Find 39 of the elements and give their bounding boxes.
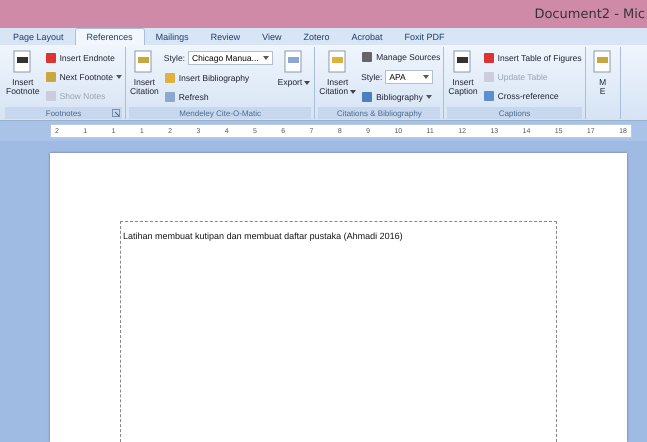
caret-icon [426, 94, 432, 99]
dialog-launcher-icon[interactable] [112, 109, 120, 117]
group-label: Citations & Bibliography [336, 108, 422, 118]
ribbon-small-button[interactable]: Bibliography [361, 90, 440, 103]
ribbon-tab[interactable]: Page Layout [2, 28, 75, 45]
caret-icon [304, 80, 310, 85]
ribbon-large-button[interactable]: Insert Footnote [5, 47, 41, 107]
ribbon-small-button[interactable]: Cross-reference [482, 90, 582, 102]
style-dropdown[interactable]: Chicago Manua... [188, 51, 273, 66]
document-text: Latihan membuat kutipan dan membuat daftar pustaka (Ahmadi 2016) [123, 231, 403, 241]
ribbon-small-button[interactable]: Insert Table of Figures [482, 52, 582, 64]
style-label: Style: [361, 72, 382, 82]
ribbon-large-button[interactable]: Export [276, 47, 312, 107]
group-label: Mendeley Cite-O-Matic [179, 108, 261, 118]
group-label: Captions [498, 108, 530, 118]
window-title: Document2 - Mic [534, 6, 645, 22]
ribbon-tab[interactable]: Review [200, 28, 252, 45]
ribbon-small-button[interactable]: Insert Bibliography [164, 72, 273, 84]
group-label: Footnotes [46, 108, 82, 118]
ribbon-tab[interactable]: Foxit PDF [394, 28, 456, 45]
ribbon-small-button[interactable]: Refresh [164, 90, 273, 103]
ribbon-tab[interactable]: View [251, 28, 292, 45]
caret-icon [262, 56, 269, 60]
caret-icon [116, 74, 122, 79]
style-label: Style: [164, 53, 186, 64]
caret-icon [350, 90, 356, 94]
ribbon-large-button[interactable]: Insert Caption [447, 47, 479, 107]
ribbon-small-button[interactable]: Insert Endnote [44, 52, 122, 64]
ribbon-small-button[interactable]: Manage Sources [361, 51, 440, 64]
ribbon-large-button[interactable]: M E [588, 47, 617, 119]
ribbon-tab[interactable]: Acrobat [340, 28, 394, 45]
style-dropdown[interactable]: APA [385, 70, 434, 84]
ribbon-large-button[interactable]: Insert Citation [318, 47, 358, 107]
ribbon-tab[interactable]: Zotero [292, 28, 340, 45]
ribbon-small-button[interactable]: Next Footnote [44, 70, 122, 83]
ribbon-large-button[interactable]: Insert Citation [128, 47, 160, 107]
ribbon-tab[interactable]: Mailings [144, 28, 200, 45]
caret-icon [423, 74, 430, 79]
ribbon-tab[interactable]: References [74, 28, 145, 45]
